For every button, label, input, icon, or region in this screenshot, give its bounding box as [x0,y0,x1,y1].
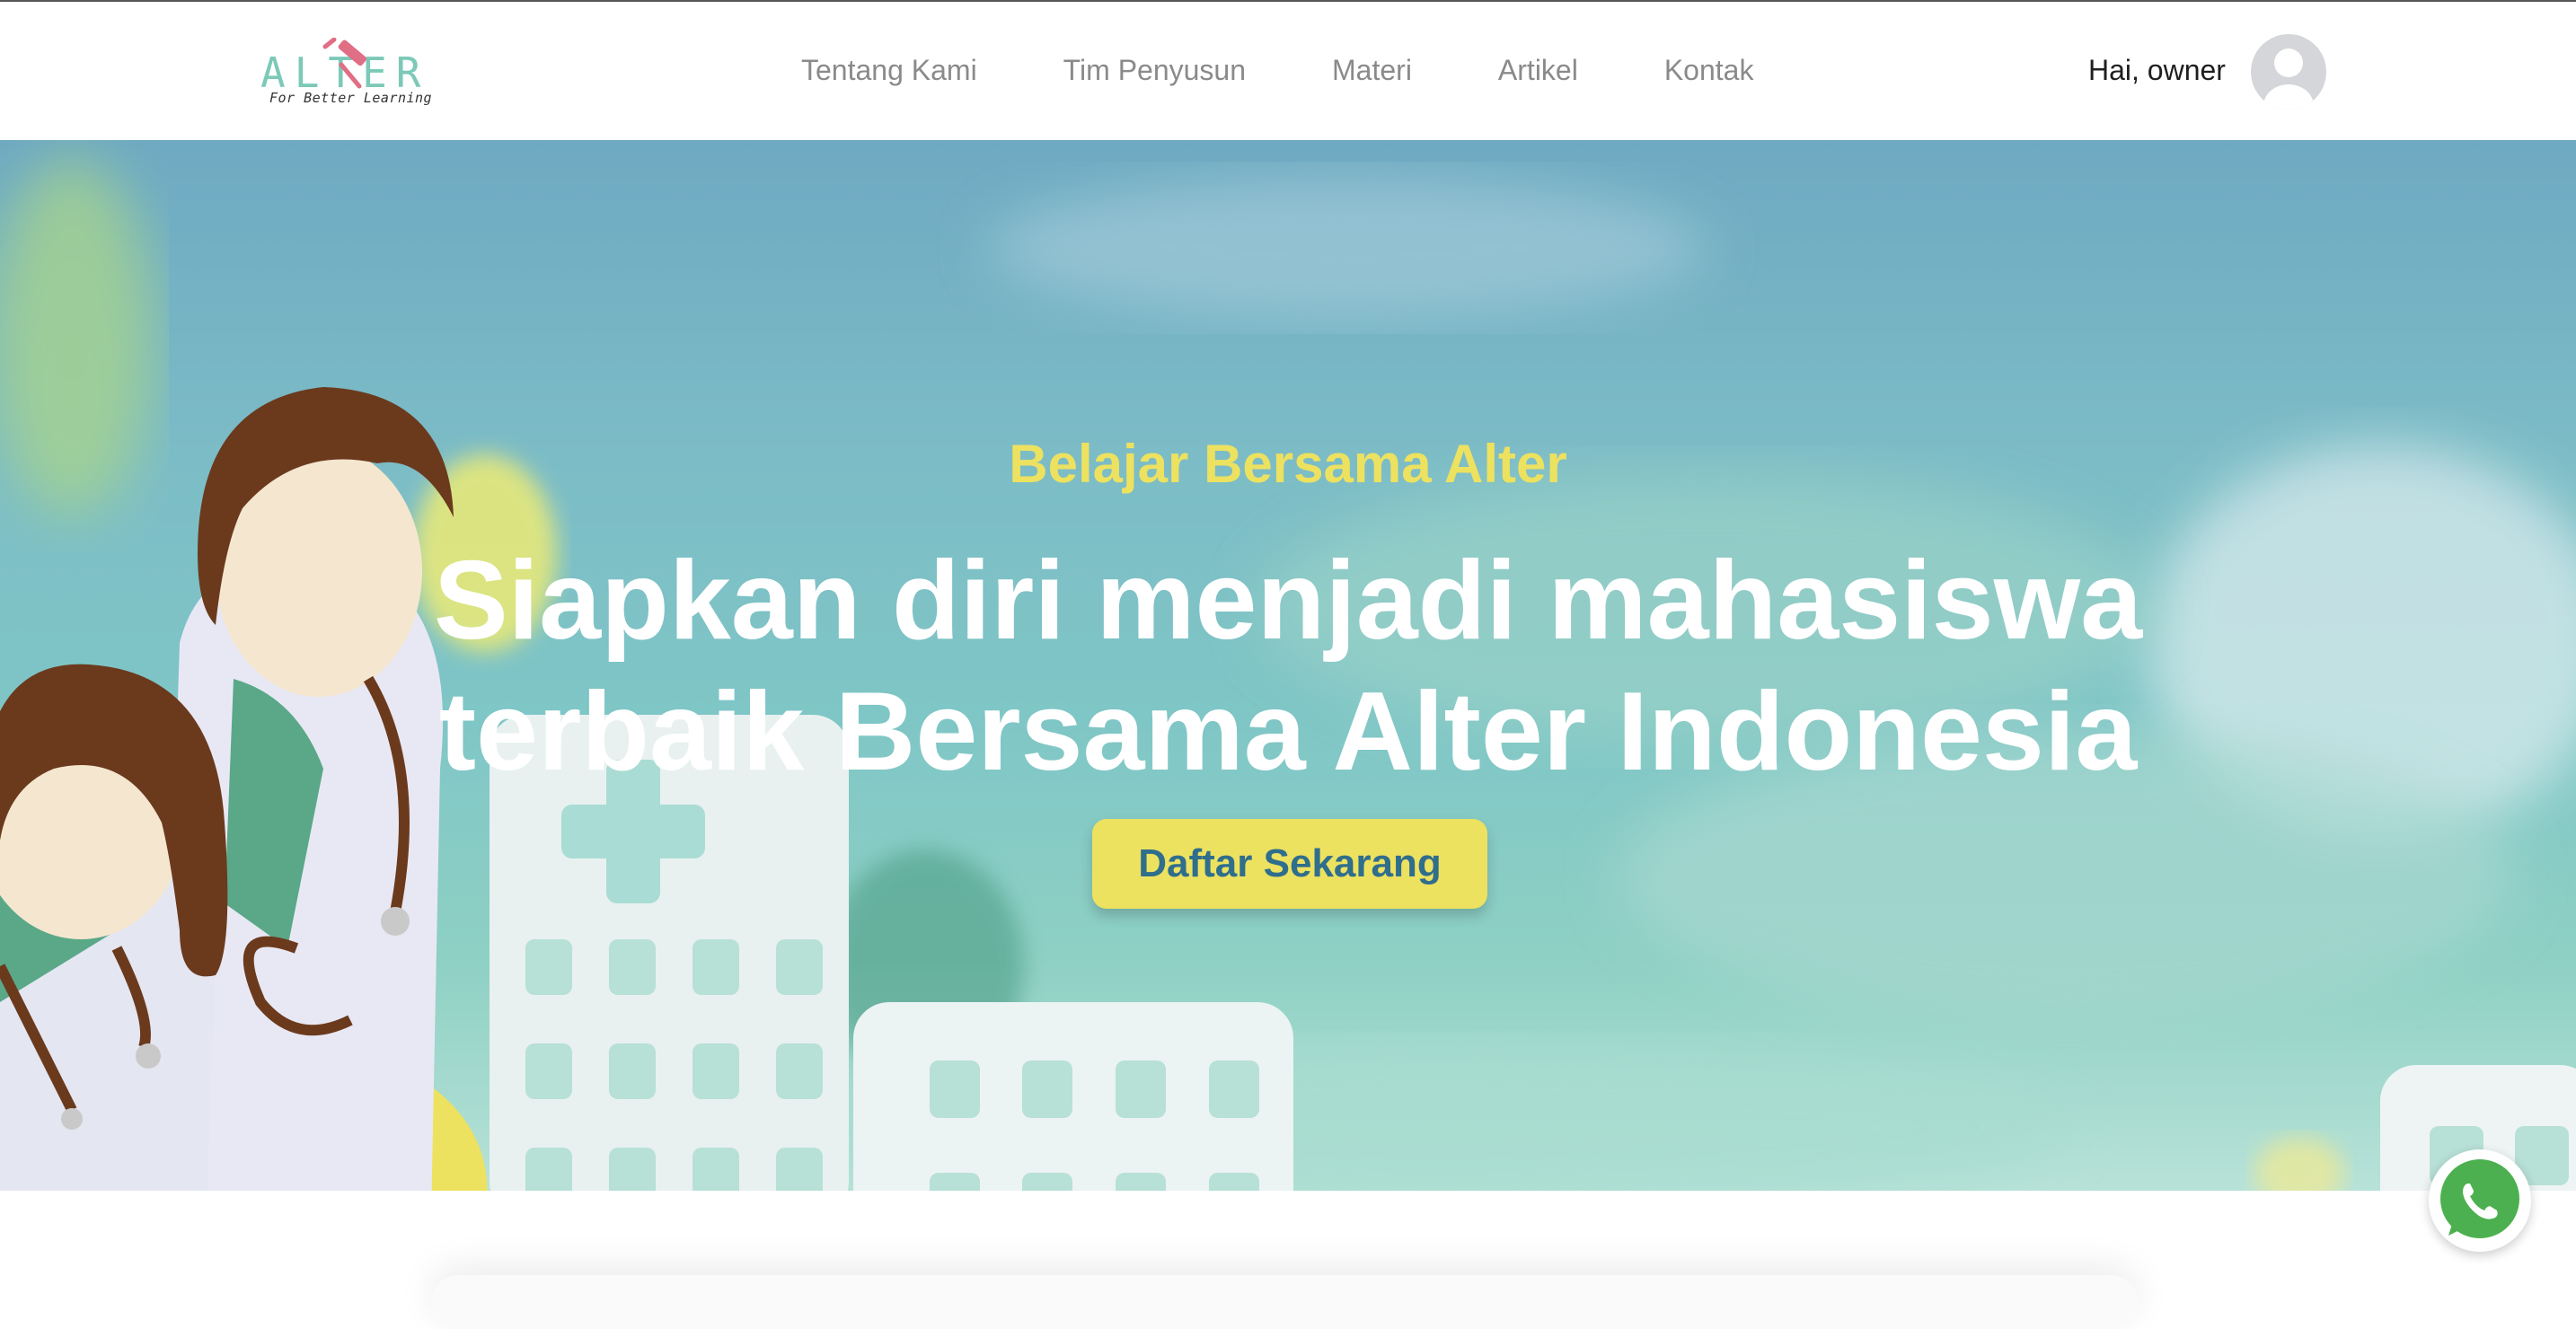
user-avatar-icon[interactable] [2251,34,2326,110]
main-nav: Tentang Kami Tim Penyusun Materi Artikel… [801,54,1753,87]
logo-tagline: For Better Learning [269,90,433,106]
syringe-icon [322,38,366,89]
navbar: ALTER For Better Learning Tentang Kami T… [0,2,2576,140]
nav-link-tim-penyusun[interactable]: Tim Penyusun [1063,54,1246,87]
nav-link-tentang-kami[interactable]: Tentang Kami [801,54,977,87]
content-card-edge [431,1275,2138,1329]
nav-link-kontak[interactable]: Kontak [1664,54,1754,87]
alter-logo[interactable]: ALTER For Better Learning [260,38,440,110]
avatar-silhouette-icon [2263,48,2314,110]
whatsapp-button[interactable] [2429,1149,2531,1252]
hero-section: Belajar Bersama Alter Siapkan diri menja… [0,140,2576,1191]
nav-link-artikel[interactable]: Artikel [1498,54,1578,87]
nav-link-materi[interactable]: Materi [1332,54,1412,87]
hero-title-line-1: Siapkan diri menjadi mahasiswa [433,539,2143,663]
user-greeting[interactable]: Hai, owner [2088,54,2226,87]
whatsapp-icon [2440,1159,2519,1238]
hero-title-line-2: terbaik Bersama Alter Indonesia [438,670,2138,794]
hero-title: Siapkan diri menjadi mahasiswa terbaik B… [0,535,2576,797]
daftar-sekarang-button[interactable]: Daftar Sekarang [1092,819,1487,909]
hero-subtitle: Belajar Bersama Alter [1009,434,1567,494]
